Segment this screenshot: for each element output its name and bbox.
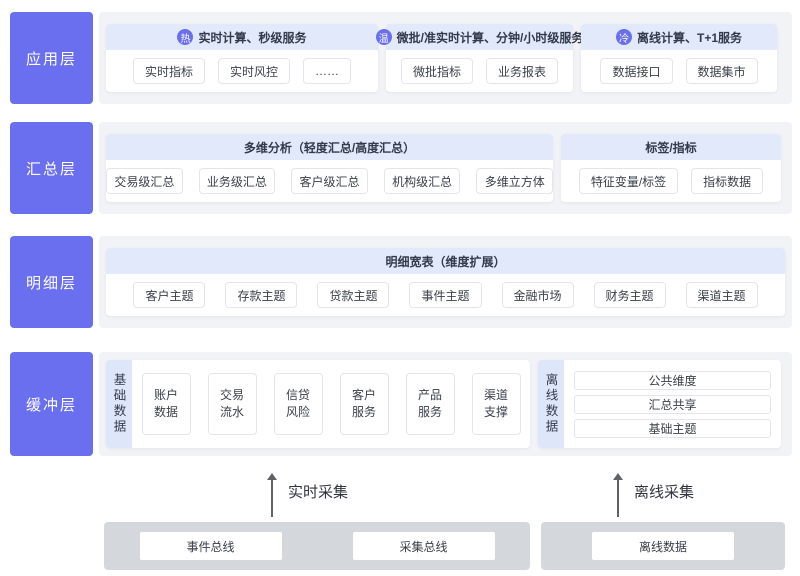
item-box: 汇总共享 [574, 395, 771, 414]
group-warm-body: 微批指标 业务报表 [386, 50, 573, 92]
up-arrow-offline-icon [612, 473, 624, 517]
group-base-data: 基础数据 账户数据 交易流水 信贷风险 客户服务 产品服务 渠道支撑 [106, 360, 530, 448]
group-wide-table-title: 明细宽表（维度扩展） [385, 253, 505, 270]
group-cold-services: 冷 离线计算、T+1服务 数据接口 数据集市 [581, 24, 777, 92]
item-box: 渠道主题 [686, 282, 758, 308]
group-warm-title: 微批/准实时计算、分钟/小时级服务 [397, 29, 584, 46]
arrow-head-icon [613, 473, 623, 480]
layer-row-application: 应用层 热 实时计算、秒级服务 实时指标 实时风控 …… 温 微批/准实时计算、… [10, 12, 792, 104]
layer-label-detail: 明细层 [10, 236, 93, 328]
group-tags-body: 特征变量/标签 指标数据 [561, 160, 781, 202]
item-box: 客户服务 [340, 373, 389, 435]
flow-label-offline: 离线采集 [634, 481, 694, 502]
group-hot-services: 热 实时计算、秒级服务 实时指标 实时风控 …… [106, 24, 378, 92]
group-cold-header: 冷 离线计算、T+1服务 [581, 24, 777, 50]
item-box: 基础主题 [574, 419, 771, 438]
group-tags-title: 标签/指标 [645, 139, 696, 156]
layer-track-detail: 明细宽表（维度扩展） 客户主题 存款主题 贷款主题 事件主题 金融市场 财务主题… [99, 236, 792, 328]
item-box: 数据集市 [686, 58, 758, 84]
group-cold-title: 离线计算、T+1服务 [637, 29, 742, 46]
bus-bar-offline: 离线数据 [541, 522, 785, 570]
group-warm-services: 温 微批/准实时计算、分钟/小时级服务 微批指标 业务报表 [386, 24, 573, 92]
item-box: 实时风控 [218, 58, 290, 84]
group-wide-table-header: 明细宽表（维度扩展） [106, 248, 785, 274]
group-offline-data: 离线数据 公共维度 汇总共享 基础主题 [538, 360, 781, 448]
item-box: 交易流水 [208, 373, 257, 435]
item-box: 事件主题 [409, 282, 481, 308]
item-box: 多维立方体 [476, 168, 553, 194]
group-cold-body: 数据接口 数据集市 [581, 50, 777, 92]
architecture-diagram: 应用层 热 实时计算、秒级服务 实时指标 实时风控 …… 温 微批/准实时计算、… [0, 0, 800, 576]
item-box: 微批指标 [401, 58, 473, 84]
group-multidim-body: 交易级汇总 业务级汇总 客户级汇总 机构级汇总 多维立方体 [106, 160, 553, 202]
item-box: 业务级汇总 [199, 168, 276, 194]
group-wide-table: 明细宽表（维度扩展） 客户主题 存款主题 贷款主题 事件主题 金融市场 财务主题… [106, 248, 785, 316]
layer-label-buffer: 缓冲层 [10, 352, 93, 456]
bus-item: 离线数据 [592, 532, 734, 560]
item-box: 交易级汇总 [106, 168, 183, 194]
item-box: 业务报表 [486, 58, 558, 84]
flow-label-realtime: 实时采集 [288, 481, 348, 502]
group-hot-header: 热 实时计算、秒级服务 [106, 24, 378, 50]
group-tags-header: 标签/指标 [561, 134, 781, 160]
up-arrow-realtime-icon [266, 473, 278, 517]
layer-row-summary: 汇总层 多维分析（轻度汇总/高度汇总） 交易级汇总 业务级汇总 客户级汇总 机构… [10, 122, 792, 214]
item-box: 机构级汇总 [384, 168, 461, 194]
bus-item: 采集总线 [353, 532, 495, 560]
item-box: 渠道支撑 [472, 373, 521, 435]
layer-track-summary: 多维分析（轻度汇总/高度汇总） 交易级汇总 业务级汇总 客户级汇总 机构级汇总 … [99, 122, 792, 214]
cold-badge-icon: 冷 [616, 29, 632, 45]
item-box: …… [303, 58, 351, 84]
arrow-line [617, 480, 619, 517]
item-box: 特征变量/标签 [579, 168, 678, 194]
group-hot-body: 实时指标 实时风控 …… [106, 50, 378, 92]
layer-track-buffer: 基础数据 账户数据 交易流水 信贷风险 客户服务 产品服务 渠道支撑 离线数据 … [99, 352, 792, 456]
bus-item: 事件总线 [140, 532, 282, 560]
group-offline-data-side-label: 离线数据 [538, 360, 564, 448]
arrow-line [271, 480, 273, 517]
group-tags-metrics: 标签/指标 特征变量/标签 指标数据 [561, 134, 781, 202]
item-box: 实时指标 [133, 58, 205, 84]
item-box: 客户级汇总 [291, 168, 368, 194]
group-base-data-body: 账户数据 交易流水 信贷风险 客户服务 产品服务 渠道支撑 [132, 360, 530, 448]
group-multidim-analysis: 多维分析（轻度汇总/高度汇总） 交易级汇总 业务级汇总 客户级汇总 机构级汇总 … [106, 134, 553, 202]
arrow-head-icon [267, 473, 277, 480]
item-box: 金融市场 [502, 282, 574, 308]
item-box: 公共维度 [574, 371, 771, 390]
item-box: 财务主题 [594, 282, 666, 308]
item-box: 账户数据 [142, 373, 191, 435]
group-hot-title: 实时计算、秒级服务 [198, 29, 306, 46]
item-box: 客户主题 [133, 282, 205, 308]
item-box: 信贷风险 [274, 373, 323, 435]
group-offline-data-body: 公共维度 汇总共享 基础主题 [564, 360, 781, 448]
layer-label-summary: 汇总层 [10, 122, 93, 214]
item-box: 贷款主题 [317, 282, 389, 308]
group-warm-header: 温 微批/准实时计算、分钟/小时级服务 [386, 24, 573, 50]
hot-badge-icon: 热 [177, 29, 193, 45]
bus-bar-collect: 事件总线 采集总线 [104, 522, 530, 570]
item-box: 数据接口 [600, 58, 672, 84]
group-multidim-title: 多维分析（轻度汇总/高度汇总） [244, 139, 415, 156]
item-box: 产品服务 [406, 373, 455, 435]
layer-track-application: 热 实时计算、秒级服务 实时指标 实时风控 …… 温 微批/准实时计算、分钟/小… [99, 12, 792, 104]
group-base-data-side-label: 基础数据 [106, 360, 132, 448]
layer-row-buffer: 缓冲层 基础数据 账户数据 交易流水 信贷风险 客户服务 产品服务 渠道支撑 离… [10, 352, 792, 456]
layer-label-application: 应用层 [10, 12, 93, 104]
group-multidim-header: 多维分析（轻度汇总/高度汇总） [106, 134, 553, 160]
item-box: 存款主题 [225, 282, 297, 308]
layer-row-detail: 明细层 明细宽表（维度扩展） 客户主题 存款主题 贷款主题 事件主题 金融市场 … [10, 236, 792, 328]
warm-badge-icon: 温 [376, 29, 392, 45]
group-wide-table-body: 客户主题 存款主题 贷款主题 事件主题 金融市场 财务主题 渠道主题 [106, 274, 785, 316]
item-box: 指标数据 [691, 168, 763, 194]
